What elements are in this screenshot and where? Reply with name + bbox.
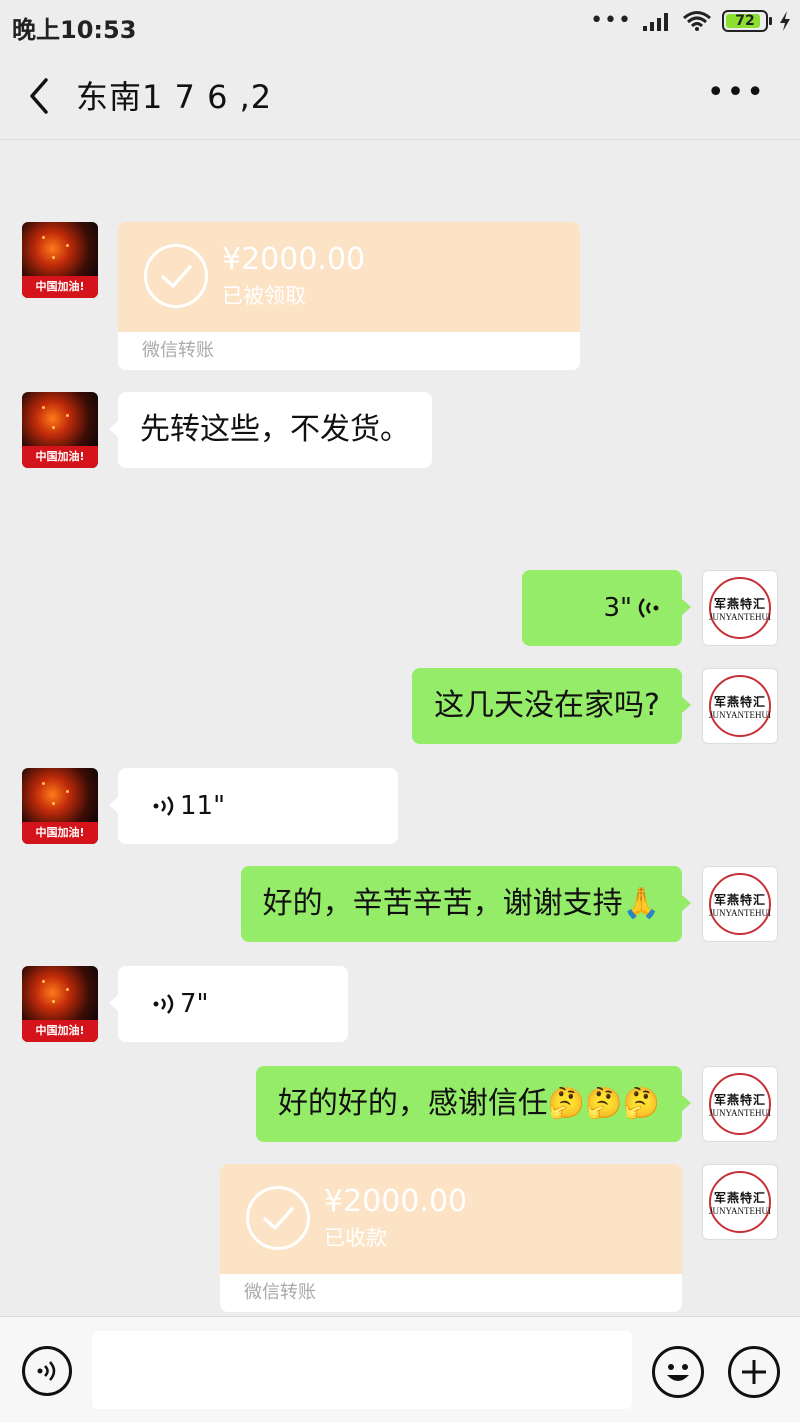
signal-icon — [643, 13, 668, 31]
plus-icon — [742, 1360, 766, 1384]
check-circle-icon — [246, 1186, 310, 1250]
voice-message-sent[interactable]: 3" — [522, 570, 691, 646]
transfer-amount: ¥2000.00 — [222, 242, 366, 277]
stamp-text-cn: 军燕特汇 — [713, 596, 766, 611]
chat-title: 东南1 7 6 ,2 — [76, 78, 273, 116]
my-avatar[interactable]: 军燕特汇 JUNYANTEHUI — [702, 866, 778, 942]
more-options-icon[interactable]: ••• — [707, 78, 766, 108]
more-notifications-icon: ••• — [590, 8, 632, 33]
voice-input-button[interactable] — [22, 1346, 72, 1396]
message-input[interactable] — [92, 1331, 632, 1409]
emoji-button[interactable] — [652, 1346, 704, 1398]
my-avatar[interactable]: 军燕特汇 JUNYANTEHUI — [702, 1066, 778, 1142]
message-bubble-received[interactable]: 先转这些，不发货。 — [109, 392, 432, 468]
avatar-caption: 中国加油! — [22, 1020, 98, 1042]
voice-input-icon — [37, 1361, 56, 1381]
stamp-text-en: JUNYANTEHUI — [709, 907, 771, 918]
transfer-status: 已被领取 — [222, 284, 306, 308]
smiley-icon — [667, 1364, 689, 1381]
stamp-text-cn: 军燕特汇 — [713, 1092, 766, 1107]
my-avatar[interactable]: 军燕特汇 JUNYANTEHUI — [702, 570, 778, 646]
transfer-card-received[interactable]: ¥2000.00 已被领取 微信转账 — [118, 222, 580, 370]
check-circle-icon — [144, 244, 208, 308]
contact-avatar[interactable]: 中国加油! — [22, 768, 98, 844]
voice-duration: 3" — [603, 593, 632, 623]
more-functions-button[interactable] — [728, 1346, 780, 1398]
stamp-text-en: JUNYANTEHUI — [709, 611, 771, 622]
avatar-caption: 中国加油! — [22, 276, 98, 298]
my-avatar[interactable]: 军燕特汇 JUNYANTEHUI — [702, 1164, 778, 1240]
stamp-text-cn: 军燕特汇 — [713, 1190, 766, 1205]
charging-icon — [780, 11, 790, 31]
back-arrow-icon[interactable] — [24, 74, 60, 118]
avatar-caption: 中国加油! — [22, 446, 98, 468]
message-bubble-sent[interactable]: 这几天没在家吗? — [412, 668, 691, 744]
status-bar: 晚上10:53 ••• 72 — [0, 0, 800, 52]
message-bubble-sent[interactable]: 好的好的，感谢信任🤔🤔🤔 — [255, 1066, 692, 1142]
input-bar — [0, 1316, 800, 1422]
battery-level: 72 — [735, 13, 755, 29]
transfer-footer: 微信转账 — [244, 1282, 316, 1303]
stamp-text-cn: 军燕特汇 — [713, 694, 766, 709]
transfer-amount: ¥2000.00 — [324, 1184, 468, 1219]
avatar-caption: 中国加油! — [22, 822, 98, 844]
status-time: 晚上10:53 — [12, 16, 137, 44]
contact-avatar[interactable]: 中国加油! — [22, 966, 98, 1042]
my-avatar[interactable]: 军燕特汇 JUNYANTEHUI — [702, 668, 778, 744]
voice-duration: 11" — [180, 791, 226, 821]
transfer-status: 已收款 — [324, 1226, 387, 1250]
contact-avatar[interactable]: 中国加油! — [22, 222, 98, 298]
transfer-footer: 微信转账 — [142, 340, 214, 361]
wifi-icon — [683, 11, 711, 31]
voice-message-received[interactable]: 7" — [109, 966, 348, 1042]
voice-message-received[interactable]: 11" — [109, 768, 398, 844]
voice-wave-icon — [638, 598, 659, 618]
battery-icon: 72 — [722, 10, 772, 32]
status-icons: ••• 72 — [590, 10, 792, 32]
transfer-card-sent[interactable]: ¥2000.00 已收款 微信转账 — [220, 1164, 682, 1312]
voice-wave-icon — [153, 796, 174, 816]
stamp-text-en: JUNYANTEHUI — [709, 1107, 771, 1118]
voice-wave-icon — [153, 994, 174, 1014]
contact-avatar[interactable]: 中国加油! — [22, 392, 98, 468]
chat-header: 东南1 7 6 ,2 ••• — [0, 52, 800, 140]
voice-duration: 7" — [180, 989, 209, 1019]
message-bubble-sent[interactable]: 好的，辛苦辛苦，谢谢支持🙏 — [240, 866, 692, 942]
stamp-text-cn: 军燕特汇 — [713, 892, 766, 907]
stamp-text-en: JUNYANTEHUI — [709, 709, 771, 720]
stamp-text-en: JUNYANTEHUI — [709, 1205, 771, 1216]
